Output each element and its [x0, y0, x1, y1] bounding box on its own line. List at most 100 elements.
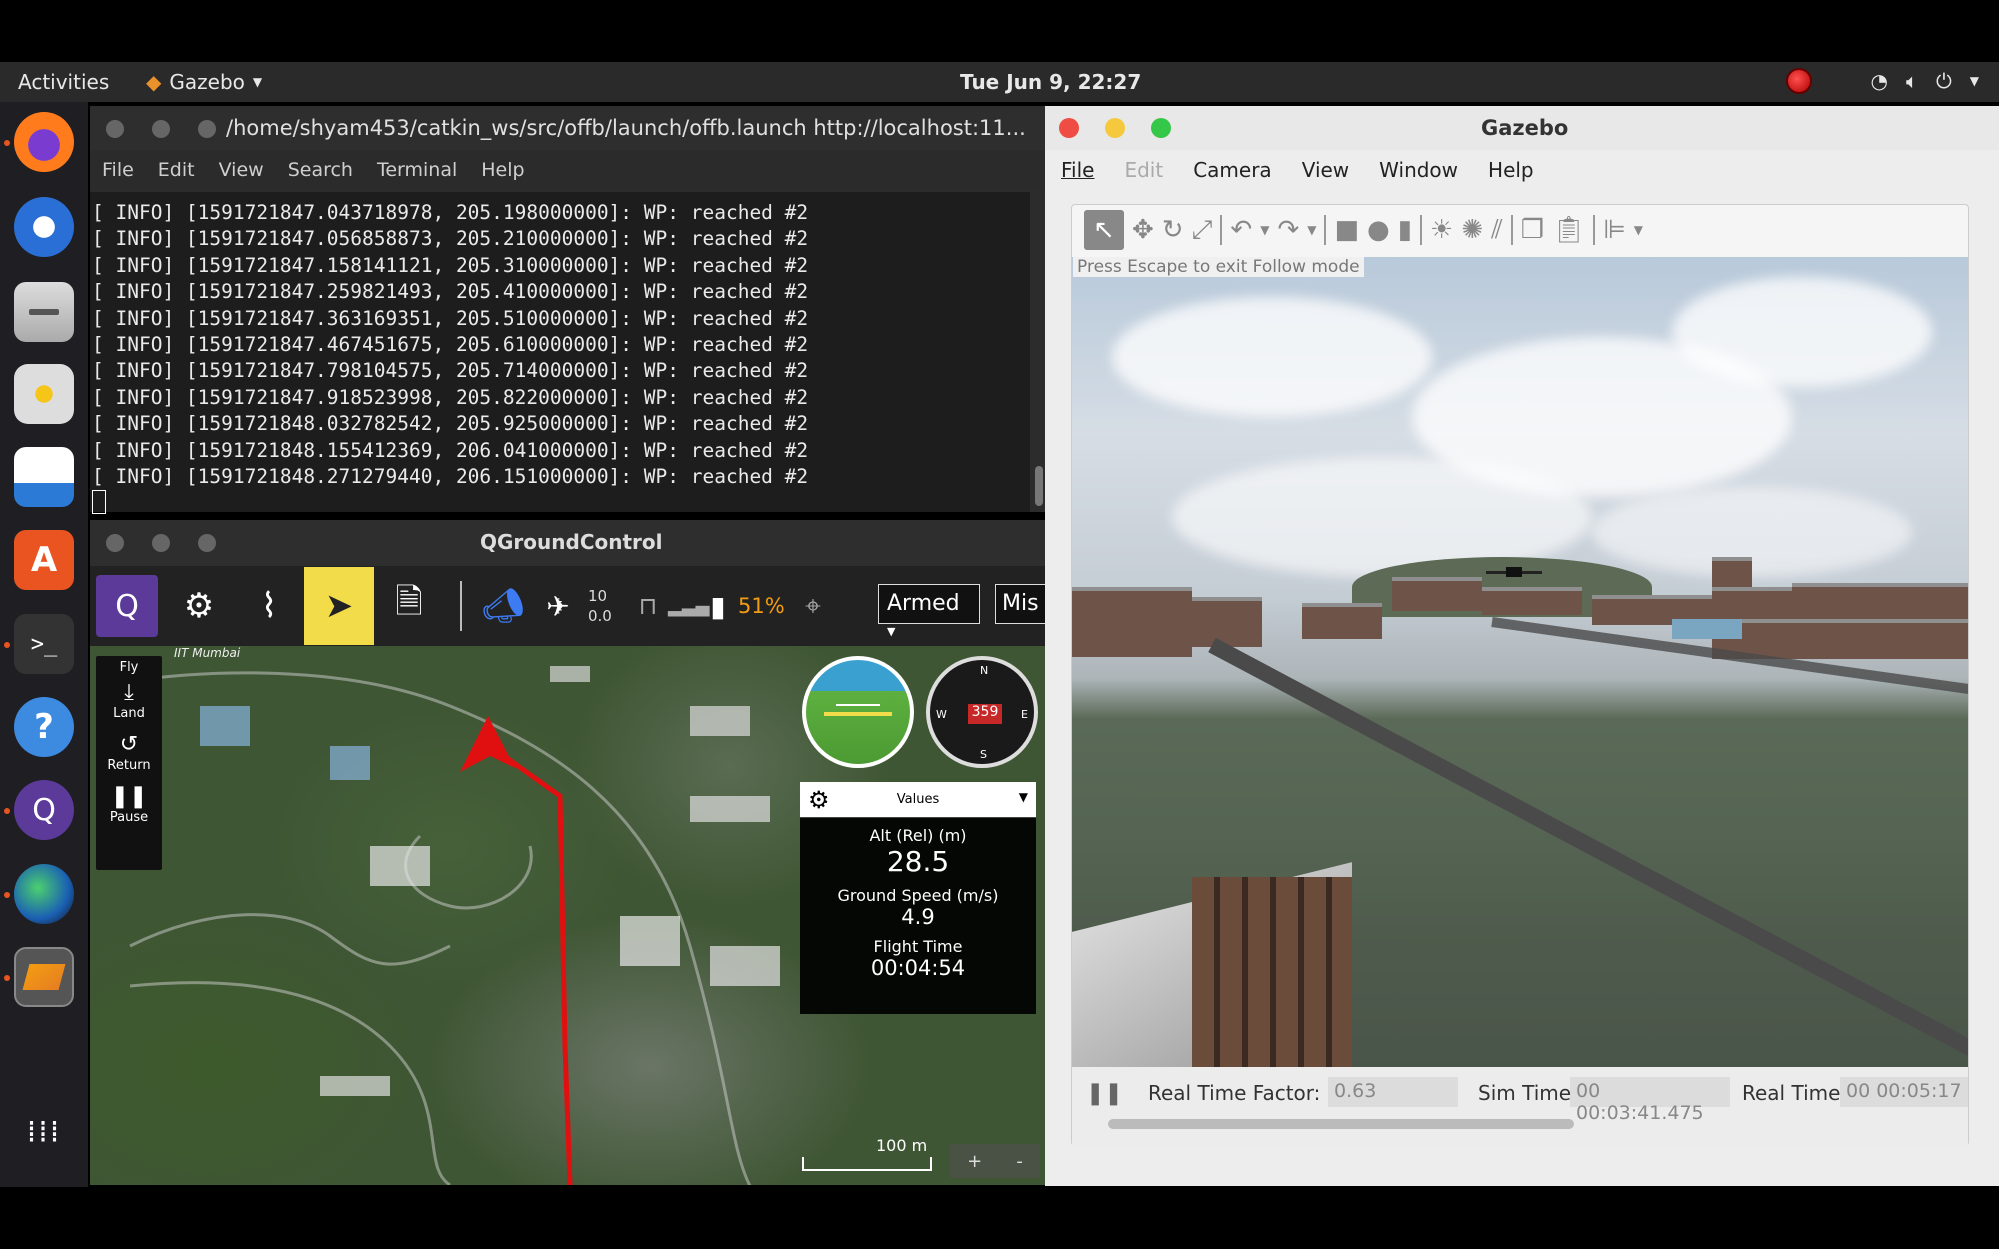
- chevron-down-icon[interactable]: ▼: [1260, 223, 1269, 237]
- menu-camera[interactable]: Camera: [1193, 158, 1272, 182]
- menu-file[interactable]: File: [102, 159, 134, 181]
- chevron-down-icon[interactable]: ▼: [1634, 223, 1643, 237]
- activities-button[interactable]: Activities: [18, 70, 109, 94]
- terminal-titlebar[interactable]: /home/shyam453/catkin_ws/src/offb/launch…: [90, 106, 1045, 150]
- minimize-button[interactable]: [152, 534, 170, 552]
- redo-icon[interactable]: ↷: [1277, 215, 1299, 245]
- chevron-down-icon[interactable]: ▼: [1019, 790, 1028, 804]
- menu-file[interactable]: File: [1061, 158, 1094, 182]
- undo-icon[interactable]: ↶: [1230, 215, 1252, 245]
- map-place-label: IIT Mumbai: [174, 646, 241, 660]
- cloud: [1672, 277, 1932, 387]
- qgc-logo-button[interactable]: Q: [96, 575, 158, 637]
- flight-mode-indicator[interactable]: ⌖: [788, 567, 838, 645]
- messages-button[interactable]: 📣︎: [478, 567, 528, 645]
- select-mode-icon[interactable]: ↖: [1084, 210, 1124, 250]
- translate-mode-icon[interactable]: ✥: [1132, 215, 1154, 245]
- menu-edit[interactable]: Edit: [1124, 158, 1163, 182]
- copy-icon[interactable]: ❐: [1521, 215, 1544, 245]
- values-header[interactable]: ⚙ Values ▼: [800, 782, 1036, 818]
- maximize-button[interactable]: [198, 534, 216, 552]
- chevron-down-icon[interactable]: ▼: [1307, 223, 1316, 237]
- minimize-button[interactable]: [152, 120, 170, 138]
- zoom-out-button[interactable]: -: [1016, 1151, 1023, 1172]
- gazebo-icon[interactable]: [14, 947, 74, 1007]
- thunderbird-icon[interactable]: [14, 197, 74, 257]
- horizontal-scrollbar[interactable]: [1108, 1119, 1574, 1129]
- rc-indicator[interactable]: ⊓: [628, 567, 668, 645]
- record-indicator-icon[interactable]: [1786, 68, 1813, 94]
- close-button[interactable]: [106, 120, 124, 138]
- firefox-icon[interactable]: [14, 112, 74, 172]
- qgc-titlebar[interactable]: QGroundControl: [90, 520, 1045, 566]
- apps-grid-icon[interactable]: ⁞⁞⁞: [14, 1102, 74, 1162]
- menu-edit[interactable]: Edit: [158, 159, 195, 181]
- zoom-in-button[interactable]: +: [967, 1151, 982, 1172]
- align-icon[interactable]: ⊫: [1603, 215, 1626, 245]
- pause-button[interactable]: ❚❚ Pause: [96, 780, 162, 832]
- pause-icon: ❚❚: [110, 784, 148, 809]
- globe-icon[interactable]: [14, 864, 74, 924]
- cylinder-shape-icon[interactable]: ▮: [1398, 215, 1412, 245]
- close-button[interactable]: [1059, 118, 1079, 138]
- minimize-button[interactable]: [1105, 118, 1125, 138]
- rotate-mode-icon[interactable]: ↻: [1162, 215, 1184, 245]
- building-block: [620, 916, 680, 966]
- compass-west: W: [936, 708, 947, 721]
- plan-view-button[interactable]: ⌇: [234, 567, 304, 645]
- log-line: [ INFO] [1591721847.467451675, 205.61000…: [92, 333, 809, 357]
- satellite-map[interactable]: IIT Mumbai Fly ⤓ Land ↺ Return ❚❚ Pause: [90, 646, 1045, 1185]
- drone-body: [1506, 567, 1522, 577]
- menu-window[interactable]: Window: [1379, 158, 1458, 182]
- maximize-button[interactable]: [1151, 118, 1171, 138]
- files-icon[interactable]: [14, 282, 74, 342]
- mission-button[interactable]: Mis: [995, 584, 1045, 624]
- gazebo-window: Gazebo File Edit Camera View Window Help…: [1045, 106, 1999, 1186]
- paste-icon[interactable]: 📋︎: [1552, 215, 1585, 245]
- return-button[interactable]: ↺ Return: [96, 728, 162, 780]
- close-button[interactable]: [106, 534, 124, 552]
- help-icon[interactable]: ?: [14, 697, 74, 757]
- scale-mode-icon[interactable]: ⤢: [1192, 215, 1213, 246]
- rhythmbox-icon[interactable]: [14, 364, 74, 424]
- terminal-scrollbar[interactable]: [1035, 466, 1043, 506]
- menu-terminal[interactable]: Terminal: [377, 159, 457, 181]
- app-menu[interactable]: ◆ Gazebo ▼: [146, 70, 262, 94]
- analyze-view-button[interactable]: 🗎: [374, 567, 444, 645]
- road-outline: [129, 913, 451, 966]
- flight-time-value: 00:04:54: [870, 956, 966, 980]
- software-icon[interactable]: A: [14, 530, 74, 590]
- battery-indicator[interactable]: ▮: [698, 567, 738, 645]
- clock[interactable]: Tue Jun 9, 22:27: [960, 70, 1141, 94]
- pause-button[interactable]: ❚❚: [1086, 1081, 1123, 1106]
- tennis-court: [200, 706, 250, 746]
- gps-indicator[interactable]: ✈: [528, 567, 588, 645]
- box-shape-icon[interactable]: ■: [1334, 215, 1359, 245]
- qgroundcontrol-icon[interactable]: Q: [14, 780, 74, 840]
- gazebo-titlebar[interactable]: Gazebo: [1045, 106, 1999, 150]
- menu-search[interactable]: Search: [288, 159, 353, 181]
- terminal-icon[interactable]: >_: [14, 614, 74, 674]
- megaphone-icon: 📣︎: [481, 586, 525, 626]
- 3d-scene-view[interactable]: [1072, 257, 1968, 1067]
- writer-icon[interactable]: [14, 447, 74, 507]
- menu-help[interactable]: Help: [481, 159, 524, 181]
- menu-view[interactable]: View: [1302, 158, 1349, 182]
- return-icon: ↺: [119, 732, 139, 757]
- building-block: [690, 796, 770, 822]
- maximize-button[interactable]: [198, 120, 216, 138]
- directional-light-icon[interactable]: ⫽: [1491, 215, 1503, 246]
- menu-view[interactable]: View: [219, 159, 264, 181]
- armed-dropdown[interactable]: Armed ▼: [878, 584, 980, 638]
- land-button[interactable]: ⤓ Land: [96, 676, 162, 728]
- vehicle-setup-button[interactable]: ⚙: [164, 567, 234, 645]
- spot-light-icon[interactable]: ✺: [1461, 215, 1483, 245]
- sphere-shape-icon[interactable]: ●: [1367, 215, 1390, 245]
- crosshair-icon: ⌖: [805, 589, 821, 622]
- system-tray[interactable]: ◔ 🔈︎ ⏻ ▼: [1786, 68, 1979, 94]
- point-light-icon[interactable]: ☀: [1430, 215, 1453, 245]
- terminal-output[interactable]: [ INFO] [1591721847.043718978, 205.19800…: [90, 192, 1030, 515]
- fly-view-button[interactable]: ➤: [304, 567, 374, 645]
- menu-help[interactable]: Help: [1488, 158, 1534, 182]
- gear-icon[interactable]: ⚙: [808, 786, 830, 814]
